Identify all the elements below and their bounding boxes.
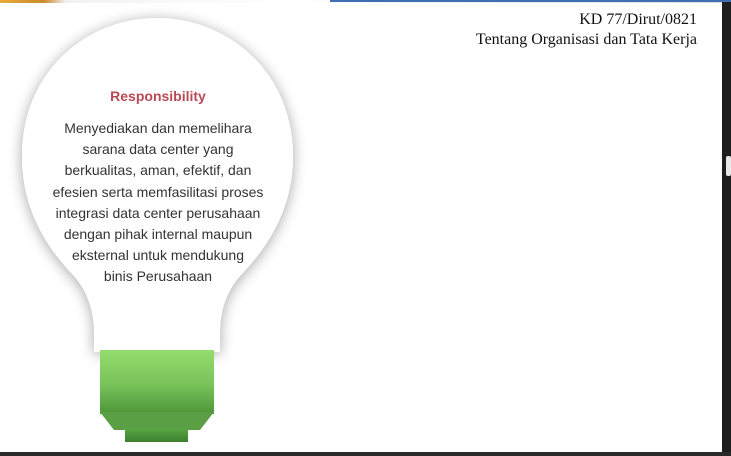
description-line: efesien serta memfasilitasi proses bbox=[52, 183, 264, 200]
description-line: dengan pihak internal maupun bbox=[63, 226, 253, 243]
scrollbar-thumb[interactable] bbox=[726, 156, 731, 176]
bottom-edge-bar bbox=[0, 452, 731, 456]
description-line: Menyediakan dan memelihara bbox=[64, 120, 252, 136]
description-line: eksternal untuk mendukung bbox=[72, 247, 244, 264]
responsibility-description: Menyediakan dan memelihara sarana data c… bbox=[48, 118, 268, 288]
description-line: sarana data center yang bbox=[82, 141, 234, 158]
right-edge-panel bbox=[722, 2, 731, 456]
responsibility-panel: Responsibility Menyediakan dan memelihar… bbox=[48, 88, 268, 288]
slide-screen: KD 77/Dirut/0821 Tentang Organisasi dan … bbox=[0, 0, 731, 456]
description-line: berkualitas, aman, efektif, dan bbox=[64, 162, 252, 179]
responsibility-title: Responsibility bbox=[110, 88, 206, 104]
bulb-base bbox=[100, 350, 214, 442]
description-line: integrasi data center perusahaan bbox=[55, 204, 261, 221]
description-line: binis Perusahaan bbox=[103, 268, 213, 285]
